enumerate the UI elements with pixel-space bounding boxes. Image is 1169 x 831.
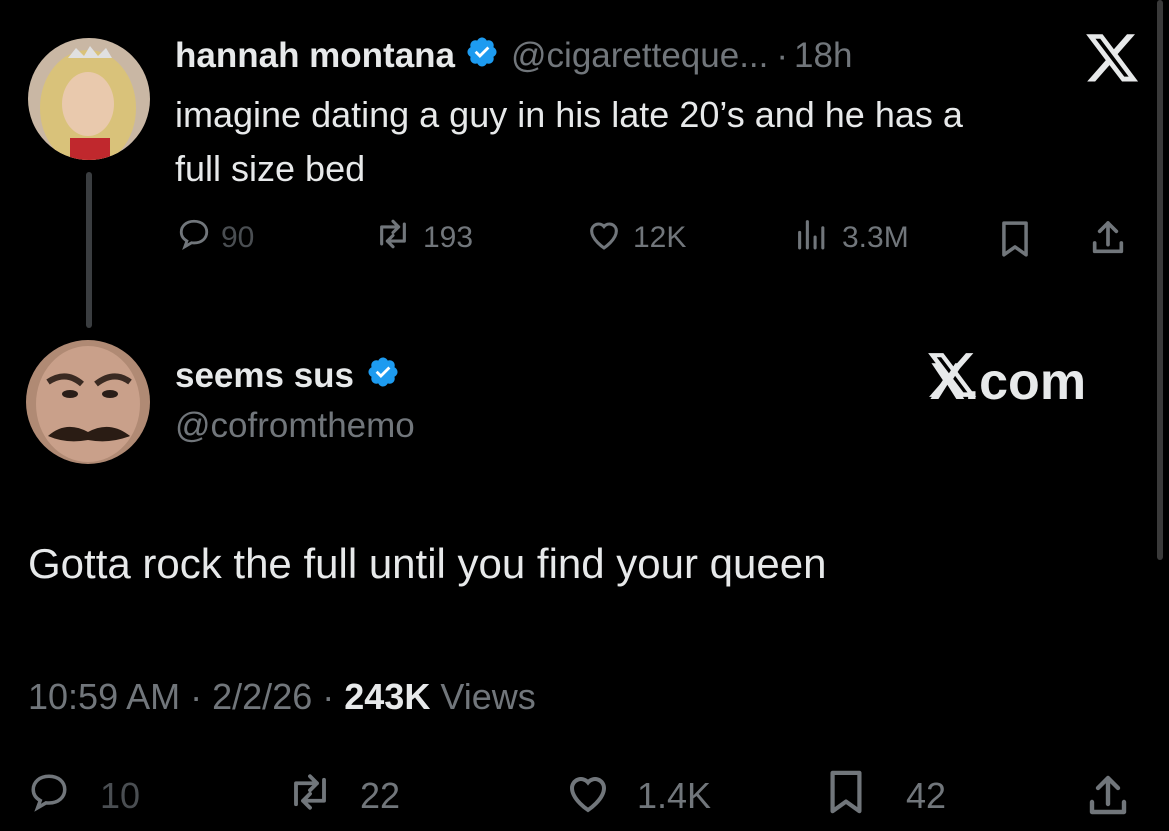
avatar-seems-sus[interactable] (26, 340, 150, 464)
share-icon[interactable] (1084, 772, 1132, 825)
original-like-count: 12K (633, 221, 687, 254)
original-handle[interactable]: @cigaretteque... (511, 36, 768, 76)
original-reply-count: 90 (221, 221, 255, 254)
x-logo-icon[interactable] (1086, 34, 1140, 84)
thread-connector-line (86, 172, 92, 328)
reply-bookmark-count: 42 (906, 775, 947, 816)
original-time[interactable]: 18h (794, 36, 852, 76)
x-com-label: X.com (930, 353, 1087, 411)
bookmark-icon[interactable] (998, 220, 1032, 263)
verified-badge-icon (366, 355, 400, 398)
original-like-button[interactable]: 12K (585, 218, 686, 258)
original-repost-button[interactable]: 193 (373, 218, 473, 258)
scrollbar[interactable] (1157, 0, 1163, 560)
reply-like-count: 1.4K (637, 775, 712, 816)
original-tweet-text-line2: full size bed (175, 148, 366, 189)
original-views-button[interactable]: 3.3M (792, 218, 909, 258)
timestamp-separator: · (190, 676, 203, 717)
x-com-branding: X.com (928, 352, 1086, 412)
timestamp-separator: · (322, 676, 335, 717)
reply-handle[interactable]: @cofromthemo (175, 406, 415, 446)
verified-badge-icon (465, 35, 499, 78)
reply-repost-count: 22 (360, 775, 401, 816)
reply-bookmark-button[interactable]: 42 (826, 770, 947, 820)
avatar-hannah-montana[interactable] (28, 38, 150, 160)
reply-reply-count: 10 (100, 775, 141, 816)
like-icon (563, 770, 623, 823)
repost-icon (373, 217, 423, 259)
reply-repost-button[interactable]: 22 (284, 772, 400, 820)
repost-icon (284, 771, 346, 822)
views-count: 243K (344, 676, 431, 717)
views-icon (792, 217, 842, 259)
like-icon (585, 217, 633, 259)
reply-like-button[interactable]: 1.4K (563, 772, 711, 820)
original-display-name[interactable]: hannah montana (175, 36, 455, 76)
original-reply-button[interactable]: 90 (177, 218, 254, 258)
original-tweet-text-line1: imagine dating a guy in his late 20’s an… (175, 94, 963, 135)
reply-tweet-text: Gotta rock the full until you find your … (28, 540, 827, 587)
reply-icon (28, 771, 80, 822)
reply-date[interactable]: 2/2/26 (212, 676, 312, 717)
bookmark-icon (826, 769, 876, 824)
share-icon[interactable] (1088, 218, 1128, 263)
views-label: Views (440, 676, 536, 717)
original-view-count: 3.3M (842, 221, 909, 254)
reply-time[interactable]: 10:59 AM (28, 676, 180, 717)
original-repost-count: 193 (423, 221, 474, 254)
original-separator: · (776, 36, 789, 75)
reply-timestamp-row: 10:59 AM · 2/2/26 · 243K Views (28, 676, 536, 718)
reply-icon (177, 217, 221, 259)
reply-display-name[interactable]: seems sus (175, 356, 354, 396)
reply-reply-button[interactable]: 10 (28, 772, 140, 820)
